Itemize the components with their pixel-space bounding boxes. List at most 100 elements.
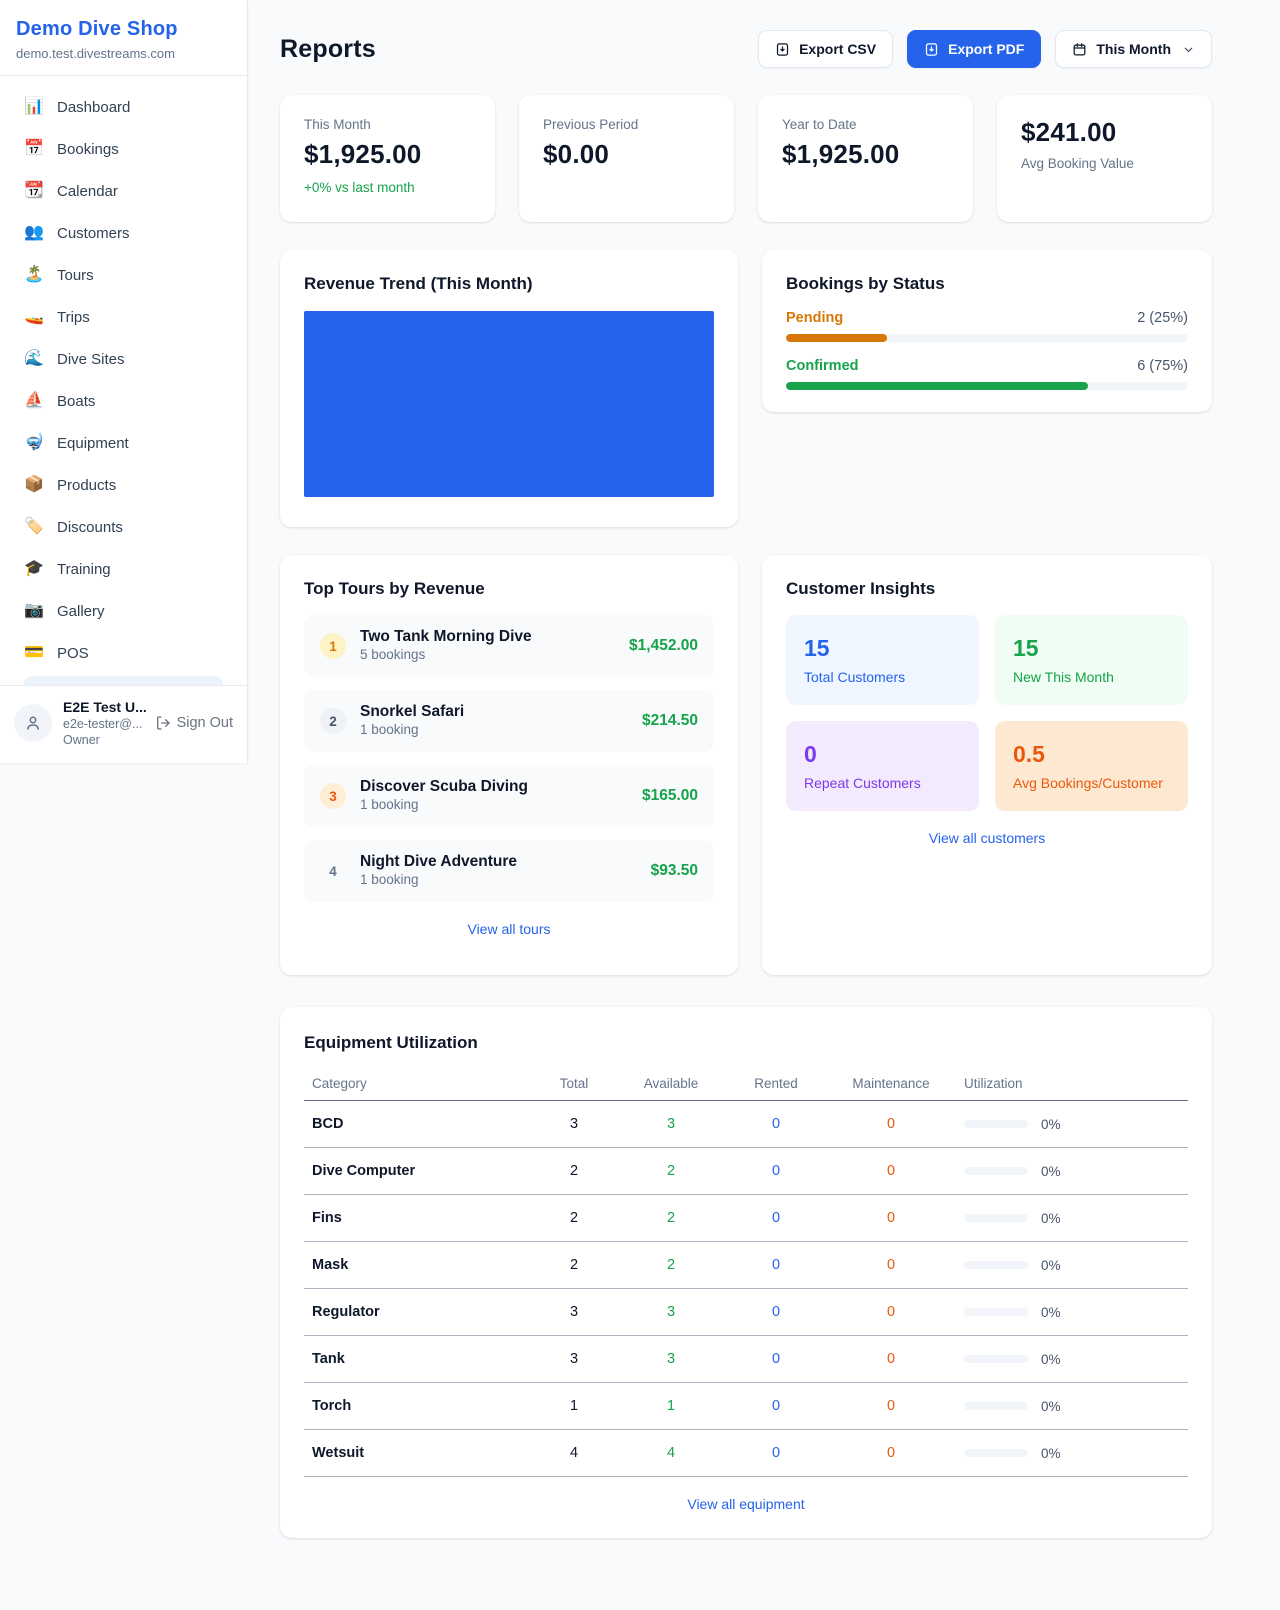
- person-icon: [24, 714, 42, 732]
- bookings-by-status-title: Bookings by Status: [786, 274, 1188, 294]
- sidebar-item-pos[interactable]: 💳POS: [12, 632, 235, 674]
- file-download-icon: [924, 42, 939, 57]
- cell-total: 3: [532, 1101, 616, 1148]
- table-row: Tank 3 3 0 0 0%: [304, 1336, 1188, 1383]
- tour-bookings: 5 bookings: [360, 647, 425, 662]
- stat-card-avg-booking-value: $241.00 Avg Booking Value: [997, 95, 1212, 222]
- sidebar-item-label: Trips: [57, 309, 90, 326]
- export-pdf-button[interactable]: Export PDF: [907, 30, 1041, 68]
- sign-out-button[interactable]: Sign Out: [155, 715, 233, 731]
- table-row: Fins 2 2 0 0 0%: [304, 1195, 1188, 1242]
- view-all-tours-link[interactable]: View all tours: [304, 921, 714, 937]
- cell-utilization: 0%: [956, 1336, 1188, 1383]
- tour-list-item[interactable]: 2 Snorkel Safari1 booking $214.50: [304, 690, 714, 752]
- sidebar-item-discounts[interactable]: 🏷️Discounts: [12, 506, 235, 548]
- utilization-percent: 0%: [1041, 1211, 1061, 1226]
- revenue-trend-title: Revenue Trend (This Month): [304, 274, 714, 294]
- cell-rented: 0: [726, 1383, 826, 1430]
- sidebar-item-calendar[interactable]: 📆Calendar: [12, 170, 235, 212]
- export-csv-button[interactable]: Export CSV: [758, 30, 893, 68]
- chevron-down-icon: [1182, 43, 1195, 56]
- utilization-bar: [964, 1308, 1028, 1316]
- tour-list-item[interactable]: 1 Two Tank Morning Dive5 bookings $1,452…: [304, 615, 714, 677]
- sidebar-user-footer: E2E Test U... e2e-tester@... Owner Sign …: [0, 685, 247, 763]
- rank-badge: 1: [320, 633, 346, 659]
- cell-category: Wetsuit: [304, 1430, 532, 1477]
- cell-rented: 0: [726, 1336, 826, 1383]
- stat-value: $241.00: [1021, 117, 1188, 148]
- stat-label: Previous Period: [543, 117, 710, 132]
- island-icon: 🏝️: [24, 267, 44, 283]
- cell-total: 1: [532, 1383, 616, 1430]
- tour-list-item[interactable]: 3 Discover Scuba Diving1 booking $165.00: [304, 765, 714, 827]
- cell-available: 2: [616, 1195, 726, 1242]
- tile-label: New This Month: [1013, 669, 1170, 685]
- charts-row: Revenue Trend (This Month) Bookings by S…: [280, 250, 1212, 527]
- status-value: 6 (75%): [1137, 358, 1188, 374]
- rank-badge: 3: [320, 783, 346, 809]
- col-available: Available: [616, 1067, 726, 1101]
- customer-insights-card: Customer Insights 15 Total Customers 15 …: [762, 555, 1212, 975]
- equipment-table-body: BCD 3 3 0 0 0% Dive Computer 2 2 0 0 0%: [304, 1101, 1188, 1477]
- sidebar-item-label: Tours: [57, 267, 94, 284]
- cell-utilization: 0%: [956, 1242, 1188, 1289]
- sidebar-item-products[interactable]: 📦Products: [12, 464, 235, 506]
- sidebar-item-label: Boats: [57, 393, 95, 410]
- camera-icon: 📷: [24, 603, 44, 619]
- sidebar-item-equipment[interactable]: 🤿Equipment: [12, 422, 235, 464]
- export-csv-label: Export CSV: [799, 41, 876, 57]
- cell-maintenance: 0: [826, 1430, 956, 1477]
- sidebar-item-boats[interactable]: ⛵Boats: [12, 380, 235, 422]
- cell-rented: 0: [726, 1148, 826, 1195]
- period-dropdown[interactable]: This Month: [1055, 30, 1212, 68]
- stat-label: Year to Date: [782, 117, 949, 132]
- view-all-equipment-link[interactable]: View all equipment: [304, 1496, 1188, 1512]
- table-header-row: Category Total Available Rented Maintena…: [304, 1067, 1188, 1101]
- speedboat-icon: 🚤: [24, 309, 44, 325]
- utilization-percent: 0%: [1041, 1399, 1061, 1414]
- view-all-customers-link[interactable]: View all customers: [786, 830, 1188, 846]
- tour-name: Snorkel Safari: [360, 703, 464, 720]
- sidebar-item-reports-partial[interactable]: [24, 676, 223, 685]
- col-rented: Rented: [726, 1067, 826, 1101]
- shop-name: Demo Dive Shop: [16, 18, 231, 41]
- wave-icon: 🌊: [24, 351, 44, 367]
- sidebar-item-label: Dashboard: [57, 99, 130, 116]
- avatar: [14, 704, 52, 742]
- sidebar-item-customers[interactable]: 👥Customers: [12, 212, 235, 254]
- cell-utilization: 0%: [956, 1195, 1188, 1242]
- cell-category: BCD: [304, 1101, 532, 1148]
- bookings-calendar-icon: 📅: [24, 141, 44, 157]
- cell-total: 2: [532, 1148, 616, 1195]
- progress-fill-pending: [786, 334, 887, 342]
- sidebar-item-label: POS: [57, 645, 89, 662]
- top-tours-card: Top Tours by Revenue 1 Two Tank Morning …: [280, 555, 738, 975]
- file-download-icon: [775, 42, 790, 57]
- sidebar-item-training[interactable]: 🎓Training: [12, 548, 235, 590]
- table-row: Regulator 3 3 0 0 0%: [304, 1289, 1188, 1336]
- tour-name: Discover Scuba Diving: [360, 778, 528, 795]
- sidebar-item-dive-sites[interactable]: 🌊Dive Sites: [12, 338, 235, 380]
- stat-value: $1,925.00: [304, 139, 471, 170]
- utilization-bar: [964, 1120, 1028, 1128]
- utilization-bar: [964, 1261, 1028, 1269]
- sidebar-item-bookings[interactable]: 📅Bookings: [12, 128, 235, 170]
- sidebar-item-dashboard[interactable]: 📊Dashboard: [12, 86, 235, 128]
- stat-value: $0.00: [543, 139, 710, 170]
- sidebar-item-label: Gallery: [57, 603, 105, 620]
- tour-revenue: $165.00: [642, 787, 698, 805]
- stat-label: Avg Booking Value: [1021, 156, 1188, 171]
- cell-rented: 0: [726, 1430, 826, 1477]
- cell-total: 2: [532, 1242, 616, 1289]
- sidebar-item-trips[interactable]: 🚤 Trips: [12, 296, 235, 338]
- tour-list-item[interactable]: 4 Night Dive Adventure1 booking $93.50: [304, 840, 714, 902]
- stat-delta: +0% vs last month: [304, 180, 471, 195]
- customer-insights-title: Customer Insights: [786, 579, 1188, 599]
- cell-available: 4: [616, 1430, 726, 1477]
- rank-badge: 4: [320, 858, 346, 884]
- cell-total: 4: [532, 1430, 616, 1477]
- tile-value: 15: [804, 635, 961, 662]
- tour-revenue: $93.50: [651, 862, 698, 880]
- sidebar-item-gallery[interactable]: 📷 Gallery: [12, 590, 235, 632]
- sidebar-item-tours[interactable]: 🏝️ Tours: [12, 254, 235, 296]
